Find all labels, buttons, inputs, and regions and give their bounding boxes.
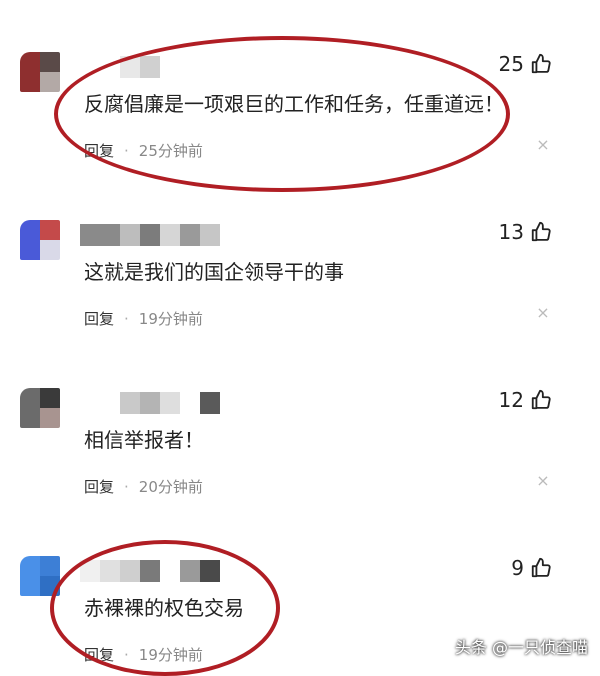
comment-item: 相信举报者！ 回复 · 20分钟前 12 × [0,336,600,504]
comment-item: 反腐倡廉是一项艰巨的工作和任务，任重道远！ 回复 · 25分钟前 25 × [0,0,600,168]
comment-meta: 回复 · 19分钟前 [84,308,203,329]
thumbs-up-icon [531,221,551,242]
thumbs-up-icon [531,557,551,578]
username-blurred[interactable] [80,56,160,78]
like-count: 25 [498,52,524,76]
user-avatar[interactable] [20,556,60,596]
meta-separator: · [124,309,129,328]
username-blurred[interactable] [80,560,220,582]
user-avatar[interactable] [20,388,60,428]
close-x-icon[interactable]: × [536,137,550,153]
like-count: 12 [498,388,524,412]
watermark: 头条 @一只侦查喵 [454,638,588,657]
comment-time: 25分钟前 [138,142,203,160]
user-avatar[interactable] [20,52,60,92]
like-button[interactable]: 12 [499,388,552,412]
thumbs-up-icon [531,389,551,410]
reply-button[interactable]: 回复 [84,308,114,329]
user-avatar[interactable] [20,220,60,260]
like-count: 9 [511,556,524,580]
reply-button[interactable]: 回复 [84,476,114,497]
comment-meta: 回复 · 20分钟前 [84,476,203,497]
username-blurred[interactable] [80,392,220,414]
comment-text: 这就是我们的国企领导干的事 [84,260,344,284]
meta-separator: · [124,477,129,496]
meta-separator: · [124,645,129,664]
comment-text: 相信举报者！ [84,428,204,452]
like-button[interactable]: 9 [511,556,552,580]
like-button[interactable]: 25 [499,52,552,76]
comment-time: 20分钟前 [138,478,203,496]
comment-meta: 回复 · 19分钟前 [84,644,203,665]
meta-separator: · [124,141,129,160]
comment-time: 19分钟前 [138,646,203,664]
reply-button[interactable]: 回复 [84,644,114,665]
comment-text: 反腐倡廉是一项艰巨的工作和任务，任重道远！ [84,92,504,116]
username-blurred[interactable] [80,224,220,246]
comment-time: 19分钟前 [138,310,203,328]
close-x-icon[interactable]: × [536,305,550,321]
comment-item: 这就是我们的国企领导干的事 回复 · 19分钟前 13 × [0,168,600,336]
comment-text: 赤裸裸的权色交易 [84,596,244,620]
reply-button[interactable]: 回复 [84,140,114,161]
like-count: 13 [498,220,524,244]
like-button[interactable]: 13 [499,220,552,244]
comment-meta: 回复 · 25分钟前 [84,140,203,161]
thumbs-up-icon [531,53,551,74]
close-x-icon[interactable]: × [536,473,550,489]
